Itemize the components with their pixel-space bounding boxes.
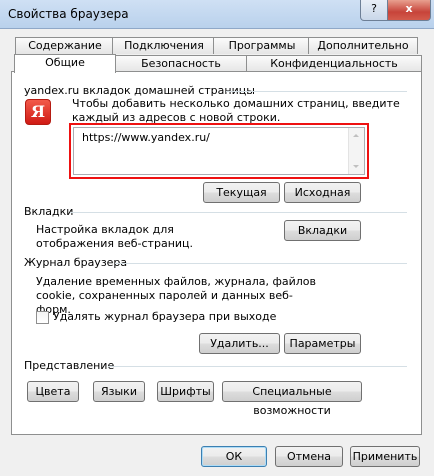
ok-button[interactable]: ОК [201,446,267,467]
scroll-down-icon[interactable] [353,165,359,168]
tab-content[interactable]: Содержание [15,37,115,54]
tab-advanced[interactable]: Дополнительно [308,37,418,54]
use-current-button[interactable]: Текущая [203,182,280,203]
languages-button[interactable]: Языки [93,381,145,402]
colors-button[interactable]: Цвета [27,381,79,402]
history-settings-button[interactable]: Параметры [284,333,361,354]
yandex-logo-icon: Я [25,99,51,125]
help-button[interactable]: ? [360,0,388,21]
tabs-description: Настройка вкладок для отображения веб-ст… [36,223,194,250]
cancel-button[interactable]: Отмена [275,446,343,467]
tab-connections[interactable]: Подключения [112,37,216,54]
home-group-divider [226,91,407,92]
homepage-url-box: https://www.yandex.ru/ [69,123,369,179]
home-hint: Чтобы добавить несколько домашних страни… [72,97,400,124]
scroll-up-icon[interactable] [353,134,359,137]
delete-on-exit-checkbox[interactable] [36,311,49,324]
close-button[interactable]: x [387,0,431,21]
fonts-button[interactable]: Шрифты [157,381,214,402]
url-scrollbar[interactable] [348,128,364,174]
homepage-url-value: https://www.yandex.ru/ [82,131,210,144]
delete-on-exit-label[interactable]: Удалять журнал браузера при выходе [53,310,276,323]
window-title: Свойства браузера [8,7,129,21]
tab-general[interactable]: Общие [14,54,116,73]
home-group-label: yandex.ru вкладок домашней страницы [24,84,255,97]
homepage-url-field[interactable]: https://www.yandex.ru/ [73,127,365,175]
use-default-button[interactable]: Исходная [284,182,361,203]
tab-programs[interactable]: Программы [213,37,311,54]
tabs-settings-button[interactable]: Вкладки [284,220,361,241]
tab-privacy[interactable]: Конфиденциальность [246,55,422,72]
tab-security[interactable]: Безопасность [114,55,248,72]
apply-button[interactable]: Применить [350,446,420,467]
history-group-divider [115,263,407,264]
history-group-label: Журнал браузера [24,256,128,269]
accessibility-button[interactable]: Специальные возможности [222,381,362,417]
delete-history-button[interactable]: Удалить... [199,333,280,354]
tabs-group-divider [70,212,407,213]
appearance-group-label: Представление [24,359,115,372]
tabs-group-label: Вкладки [24,205,74,218]
appearance-group-divider [108,366,407,367]
